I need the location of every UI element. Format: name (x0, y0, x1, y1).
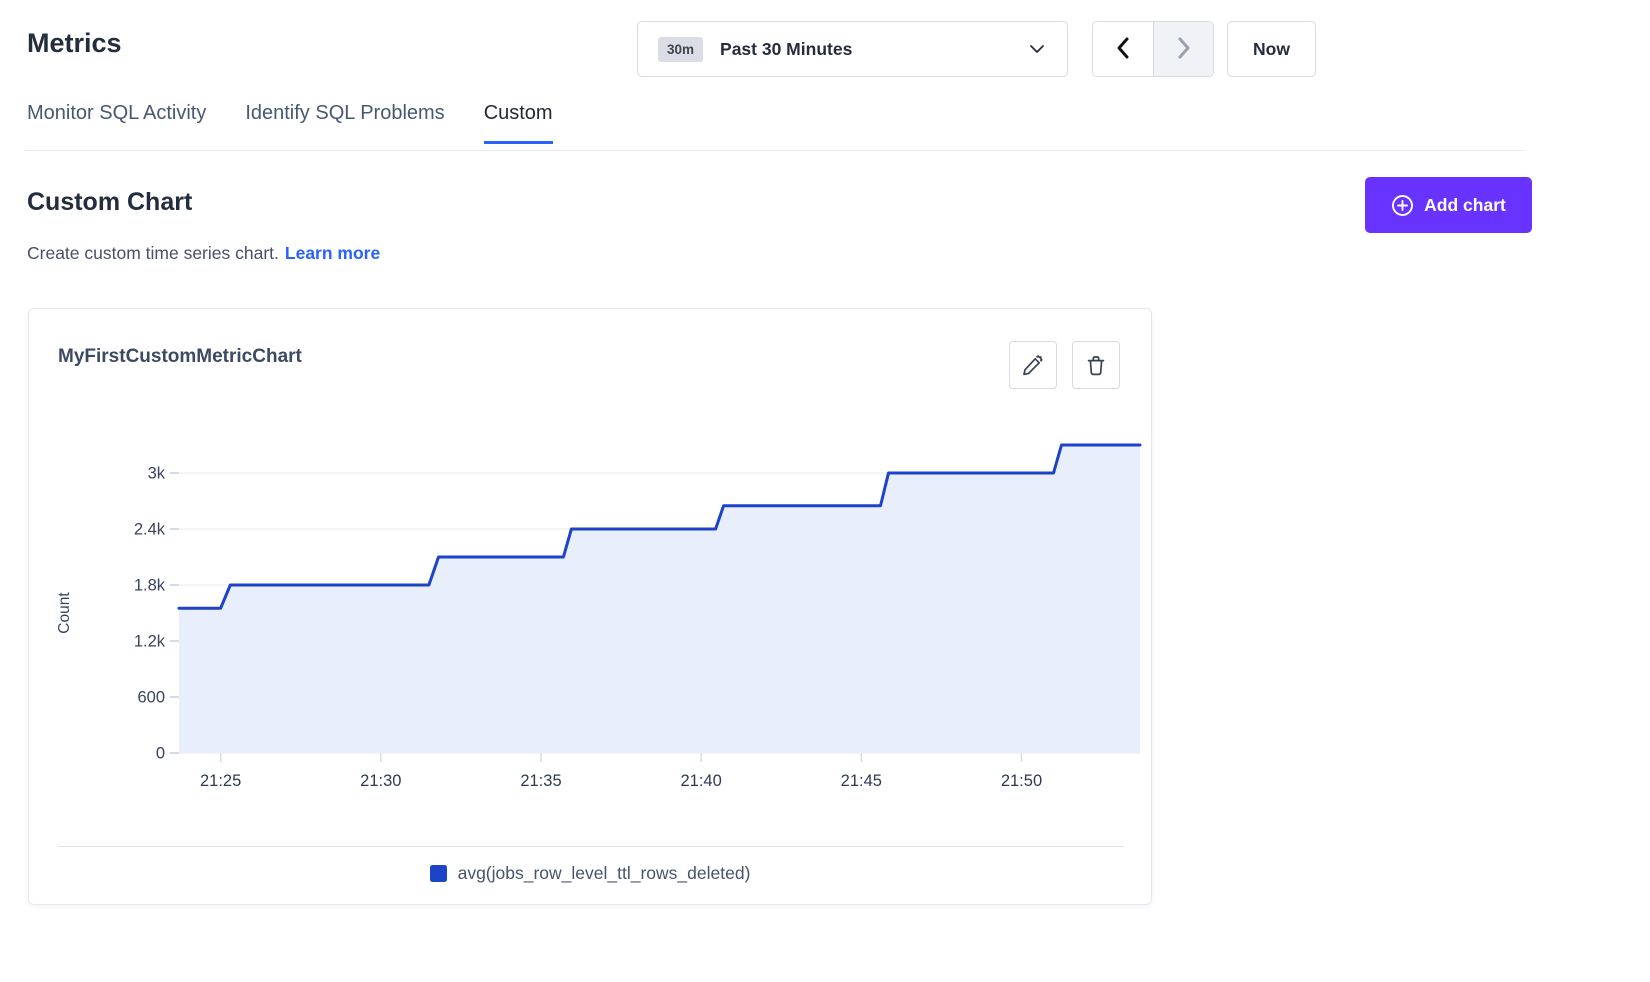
section-description-text: Create custom time series chart. (27, 243, 279, 263)
timeseries-chart-plot[interactable]: 0 600 1.2k 1.8k 2.4k 3k 21:25 21:30 21:35 21:40 21… (29, 409, 1153, 809)
time-range-label: Past 30 Minutes (720, 39, 1029, 60)
chevron-right-icon (1177, 37, 1191, 62)
time-range-dropdown[interactable]: 30m Past 30 Minutes (637, 21, 1068, 77)
legend-divider (58, 846, 1124, 847)
edit-chart-button[interactable] (1009, 341, 1057, 389)
section-title: Custom Chart (27, 188, 192, 217)
svg-text:0: 0 (156, 745, 165, 763)
add-chart-label: Add chart (1424, 195, 1506, 216)
section-description: Create custom time series chart. Learn mo… (27, 243, 380, 264)
svg-text:21:35: 21:35 (520, 772, 561, 790)
svg-text:21:25: 21:25 (200, 772, 241, 790)
svg-text:21:40: 21:40 (680, 772, 721, 790)
chart-legend: avg(jobs_row_level_ttl_rows_deleted) (29, 863, 1151, 884)
custom-chart-card: MyFirstCustomMetricChart 0 600 1.2k 1.8k 2.4… (28, 308, 1152, 905)
chevron-down-icon (1029, 44, 1045, 54)
trash-icon (1084, 353, 1108, 377)
page-title: Metrics (27, 28, 122, 59)
learn-more-link[interactable]: Learn more (285, 243, 380, 263)
chevron-left-icon (1116, 37, 1130, 62)
svg-text:2.4k: 2.4k (134, 521, 166, 539)
time-range-badge: 30m (658, 37, 703, 62)
previous-time-button[interactable] (1093, 22, 1153, 76)
svg-text:21:45: 21:45 (841, 772, 882, 790)
pencil-icon (1021, 353, 1045, 377)
svg-text:3k: 3k (148, 465, 166, 483)
svg-text:Count: Count (56, 592, 73, 634)
next-time-button[interactable] (1153, 22, 1213, 76)
svg-text:1.2k: 1.2k (134, 633, 166, 651)
add-chart-button[interactable]: Add chart (1365, 177, 1532, 233)
tab-custom[interactable]: Custom (484, 102, 553, 144)
svg-text:21:30: 21:30 (360, 772, 401, 790)
now-button[interactable]: Now (1227, 21, 1316, 77)
tab-bar: Monitor SQL Activity Identify SQL Proble… (27, 102, 553, 144)
svg-text:21:50: 21:50 (1001, 772, 1042, 790)
legend-swatch (430, 865, 447, 882)
delete-chart-button[interactable] (1072, 341, 1120, 389)
time-nav-group (1092, 21, 1214, 77)
plus-circle-icon (1391, 194, 1414, 217)
metrics-page: Metrics 30m Past 30 Minutes Now Monitor … (0, 0, 1650, 982)
chart-title: MyFirstCustomMetricChart (58, 346, 302, 368)
svg-text:1.8k: 1.8k (134, 577, 166, 595)
tab-identify-sql-problems[interactable]: Identify SQL Problems (245, 102, 444, 144)
svg-text:600: 600 (137, 689, 165, 707)
tabs-divider (25, 150, 1525, 151)
tab-monitor-sql-activity[interactable]: Monitor SQL Activity (27, 102, 206, 144)
legend-label: avg(jobs_row_level_ttl_rows_deleted) (458, 863, 751, 884)
